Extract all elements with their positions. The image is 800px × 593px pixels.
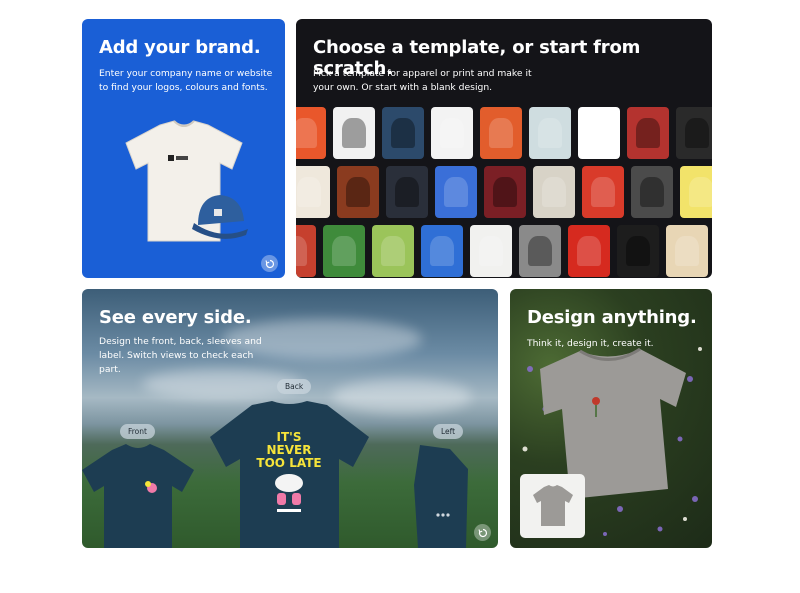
view-left-button[interactable]: Left: [433, 424, 464, 439]
design-subtitle: Think it, design it, create it.: [527, 338, 654, 349]
template-thumbnail[interactable]: [627, 107, 669, 159]
template-row: [296, 225, 712, 277]
template-thumbnail[interactable]: [631, 166, 673, 218]
replay-icon: [477, 528, 487, 537]
template-thumbnail[interactable]: [386, 166, 428, 218]
sides-title: See every side.: [99, 307, 252, 328]
svg-text:TOO LATE: TOO LATE: [256, 456, 321, 470]
back-tshirt-image: IT'S NEVER TOO LATE: [210, 401, 369, 548]
brand-title: Add your brand.: [99, 37, 261, 58]
template-thumbnail[interactable]: [470, 225, 512, 277]
sides-subtitle: Design the front, back, sleeves and labe…: [99, 336, 262, 375]
template-thumbnail[interactable]: [519, 225, 561, 277]
template-thumbnail[interactable]: [323, 225, 365, 277]
design-card[interactable]: Design anything. Think it, design it, cr…: [510, 289, 712, 548]
templates-card[interactable]: Choose a template, or start from scratch…: [296, 19, 712, 278]
brand-subtitle: Enter your company name or website to fi…: [99, 68, 273, 93]
templates-subtitle: Pick a template for apparel or print and…: [313, 68, 532, 93]
template-thumbnail[interactable]: [676, 107, 712, 159]
grey-tshirt-icon: [532, 485, 573, 526]
template-thumbnail[interactable]: [484, 166, 526, 218]
template-thumbnail[interactable]: [666, 225, 708, 277]
template-row: [296, 166, 712, 218]
template-thumbnail[interactable]: [582, 166, 624, 218]
brand-card[interactable]: Add your brand. Enter your company name …: [82, 19, 285, 278]
back-print-line: NEVER: [267, 443, 312, 457]
template-thumbnail[interactable]: [333, 107, 375, 159]
template-thumbnail[interactable]: [617, 225, 659, 277]
svg-text:IT'S: IT'S: [277, 430, 302, 444]
template-thumbnail[interactable]: [568, 225, 610, 277]
template-thumbnail[interactable]: [372, 225, 414, 277]
design-title: Design anything.: [527, 307, 697, 328]
replay-icon: [264, 259, 274, 268]
back-print-line: TOO LATE: [256, 456, 321, 470]
sides-card[interactable]: See every side. Design the front, back, …: [82, 289, 498, 548]
template-thumbnail[interactable]: [529, 107, 571, 159]
template-thumbnail[interactable]: [533, 166, 575, 218]
template-thumbnail[interactable]: [337, 166, 379, 218]
template-thumbnail[interactable]: [578, 107, 620, 159]
template-thumbnail[interactable]: [382, 107, 424, 159]
template-thumbnail[interactable]: [480, 107, 522, 159]
front-tshirt-image: [82, 444, 194, 548]
template-thumbnail[interactable]: [680, 166, 712, 218]
back-print-line: IT'S: [277, 430, 302, 444]
svg-text:NEVER: NEVER: [267, 443, 312, 457]
view-back-button[interactable]: Back: [277, 379, 312, 394]
template-thumbnail[interactable]: [296, 225, 316, 277]
template-thumbnail[interactable]: [435, 166, 477, 218]
template-thumbnail[interactable]: [296, 166, 330, 218]
replay-button[interactable]: [474, 524, 491, 541]
left-tshirt-image: [414, 445, 468, 548]
template-thumbnail[interactable]: [431, 107, 473, 159]
template-thumbnail[interactable]: [421, 225, 463, 277]
view-front-button[interactable]: Front: [120, 424, 155, 439]
replay-button[interactable]: [261, 255, 278, 272]
template-thumbnail[interactable]: [296, 107, 326, 159]
denim-cap-image: [192, 195, 248, 239]
template-row: [296, 107, 712, 159]
selected-product-swatch[interactable]: [520, 474, 585, 538]
